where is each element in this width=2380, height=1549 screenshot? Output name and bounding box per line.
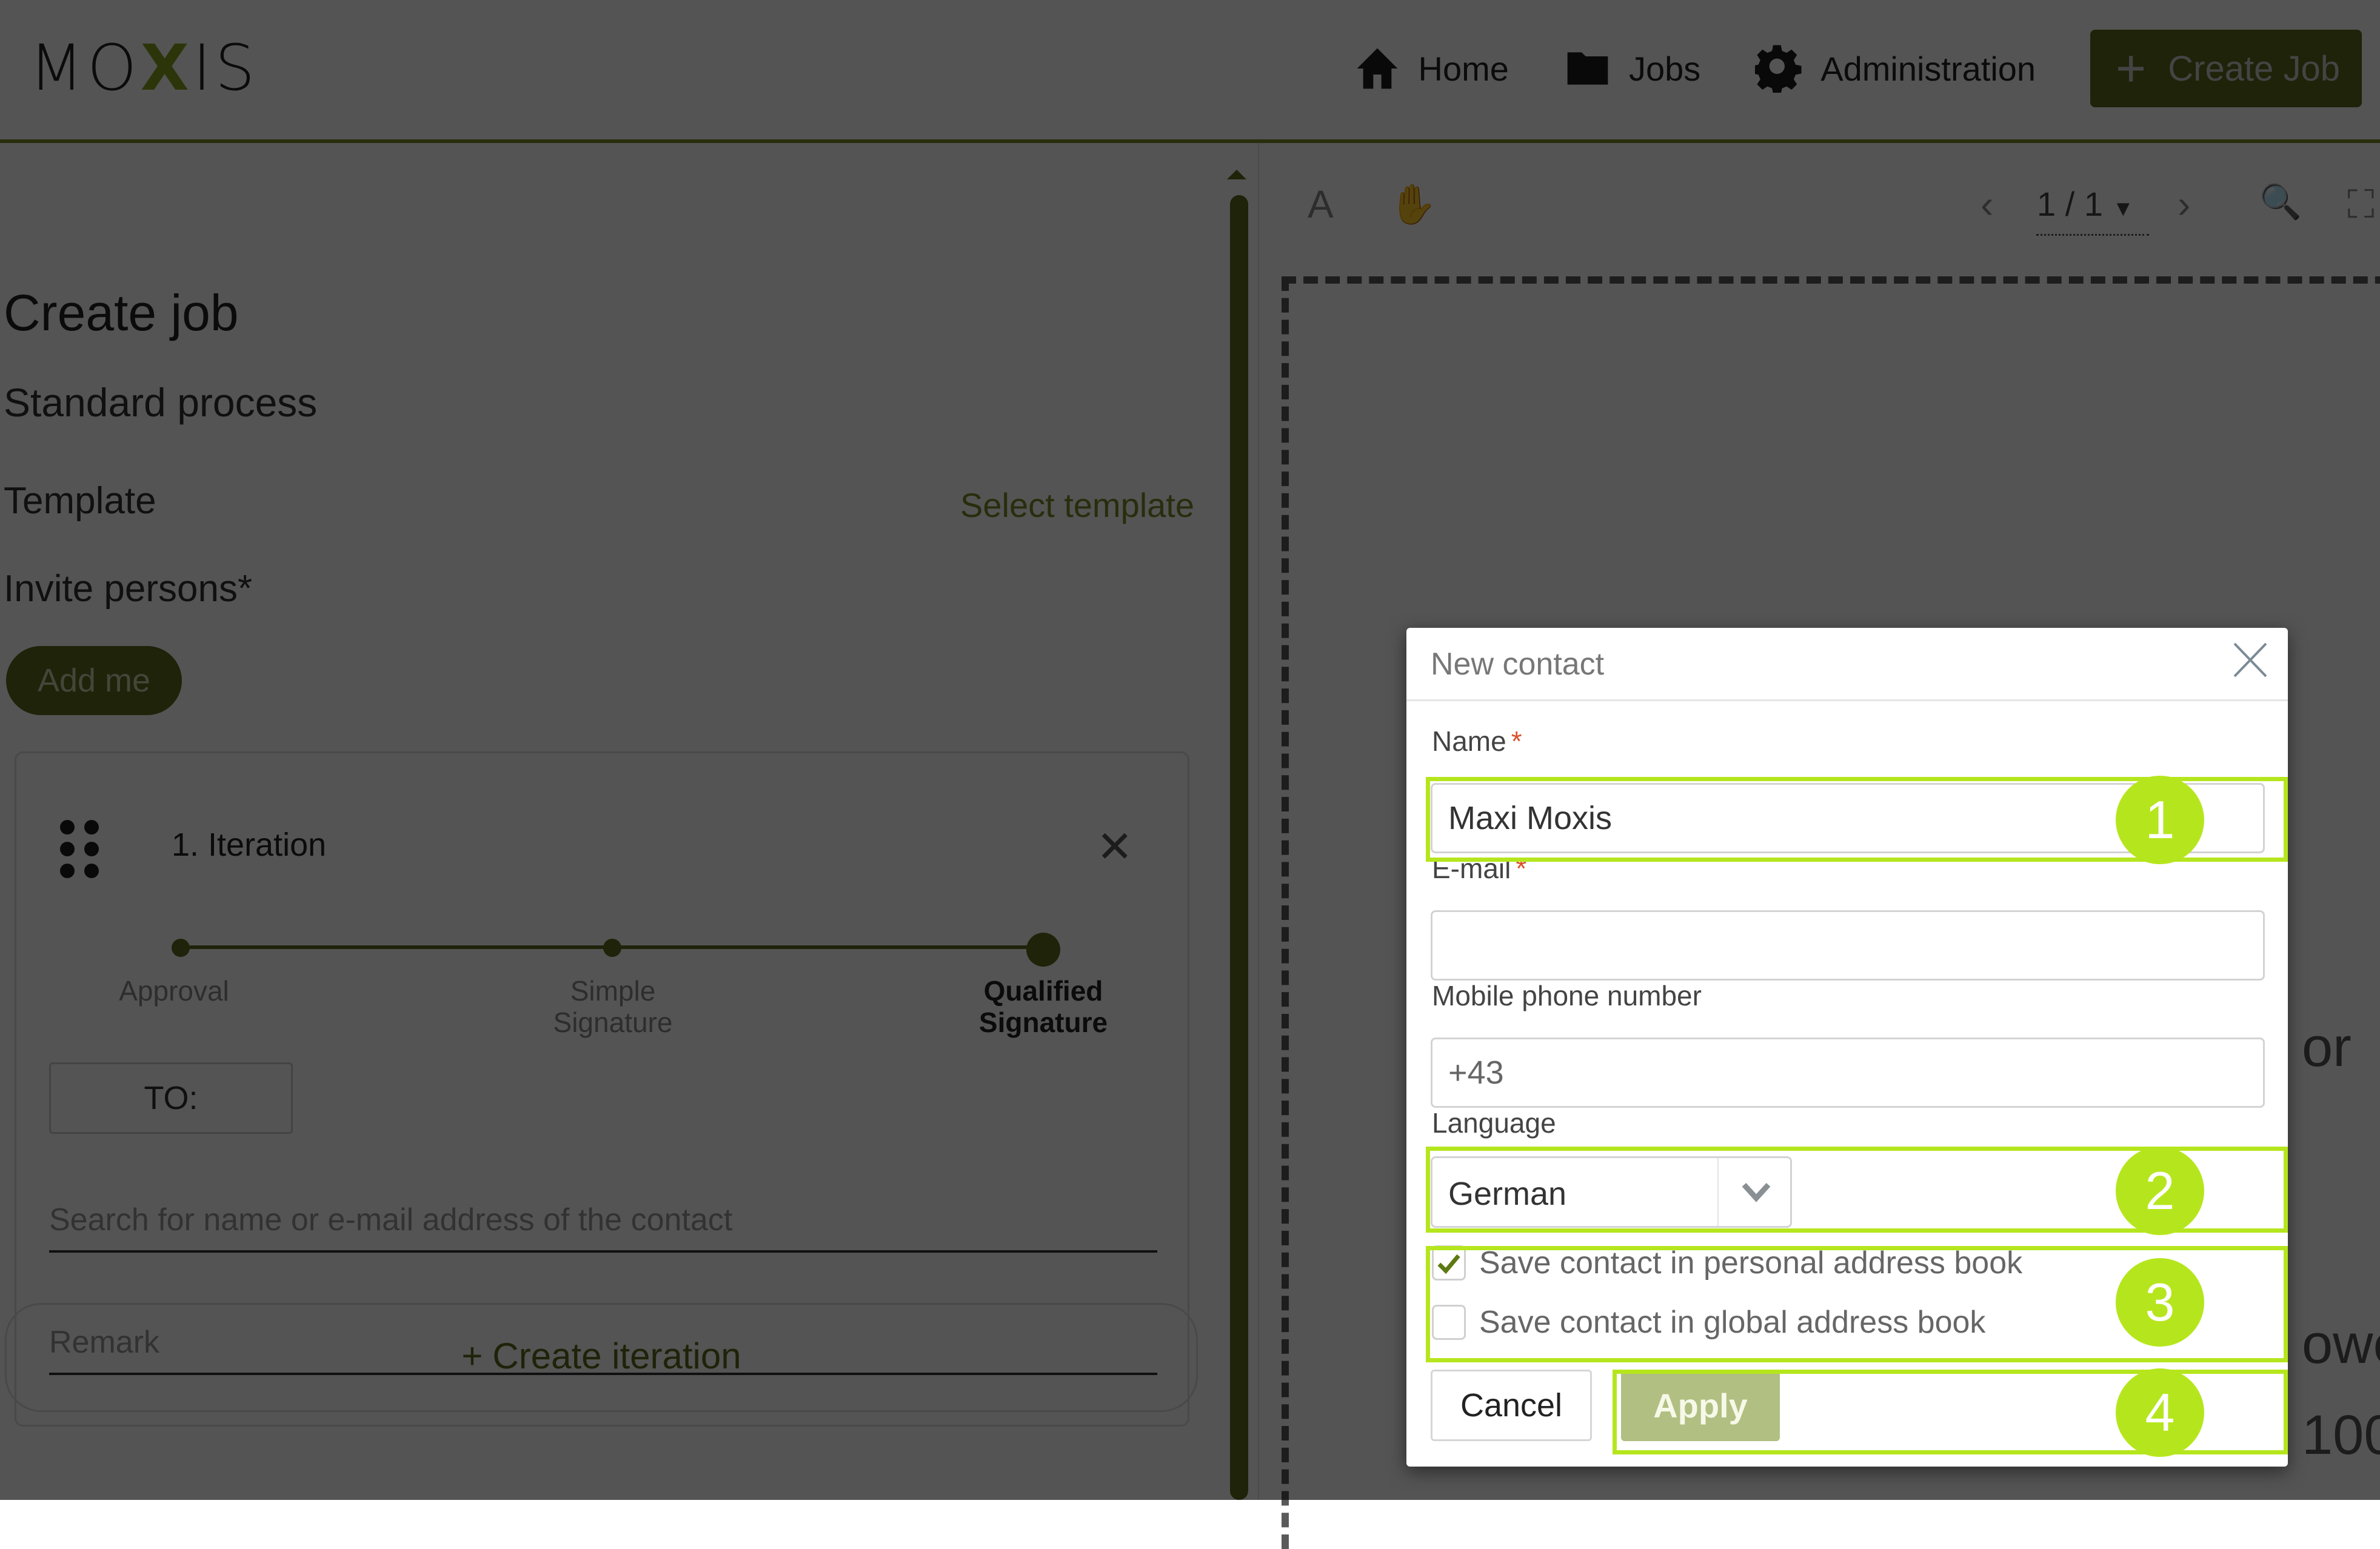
- name-label: Name *: [1432, 725, 1522, 757]
- callout-badge-4: 4: [2116, 1368, 2204, 1457]
- language-label: Language: [1432, 1107, 1556, 1139]
- close-icon[interactable]: [2231, 639, 2270, 681]
- new-contact-dialog: New contact Name * Maxi Moxis E-mail * Mob…: [1406, 628, 2288, 1467]
- required-marker: *: [1511, 725, 1522, 757]
- callout-badge-2: 2: [2116, 1147, 2204, 1235]
- mobile-phone-input[interactable]: +43: [1431, 1038, 2265, 1108]
- dialog-header: New contact: [1406, 628, 2288, 701]
- callout-badge-1: 1: [2116, 776, 2204, 864]
- email-input[interactable]: [1431, 910, 2265, 981]
- mobile-phone-label: Mobile phone number: [1432, 980, 1702, 1011]
- dialog-title: New contact: [1431, 647, 1605, 682]
- callout-badge-3: 3: [2116, 1258, 2204, 1347]
- cancel-button[interactable]: Cancel: [1431, 1370, 1592, 1441]
